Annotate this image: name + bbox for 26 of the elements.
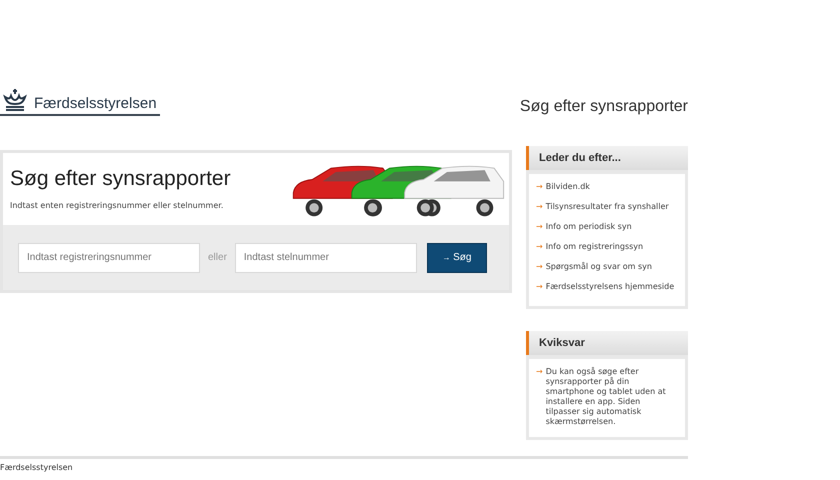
sidebar-link[interactable]: Info om periodisk syn (546, 222, 632, 232)
panel-heading: Søg efter synsrapporter (10, 167, 231, 191)
arrow-icon: → (536, 202, 543, 212)
arrow-icon: → (536, 262, 543, 272)
search-button[interactable]: → Søg (426, 242, 487, 272)
sidebar-link[interactable]: Bilviden.dk (546, 182, 590, 192)
logo-text[interactable]: Færdselsstyrelsen (34, 95, 157, 112)
intro-text: Indtast enten registreringsnummer eller stelnummer. (10, 201, 224, 210)
info-text: Du kan også søge efter synsrapporter på din smartphone og tablet uden at installere en app. Siden tilpasser sig automatisk skærmstørrelsen. (546, 367, 667, 427)
crown-icon (2, 88, 28, 112)
arrow-icon: → (536, 282, 543, 292)
footer-text: Færdselsstyrelsen (0, 462, 74, 473)
arrow-icon: → (536, 182, 543, 192)
sidebar-link[interactable]: Tilsynsresultater fra synshaller (546, 202, 669, 212)
sidebar-link[interactable]: Spørgsmål og svar om syn (546, 262, 652, 272)
arrow-icon: → (536, 222, 543, 232)
arrow-icon: → (536, 367, 543, 427)
arrow-icon: → (536, 242, 543, 252)
chassis-field[interactable]: Indtast stelnummer (234, 242, 417, 272)
separator-text: eller (208, 252, 227, 263)
box-title: Leder du efter... (526, 146, 688, 170)
sidebar-link[interactable]: Færdselsstyrelsens hjemmeside (546, 282, 674, 292)
box-title: Kviksvar (526, 331, 688, 355)
page-title: Søg efter synsrapporter (520, 97, 688, 116)
registration-field[interactable]: Indtast registreringsnummer (18, 242, 200, 272)
sidebar-link[interactable]: Info om registreringssyn (546, 242, 644, 252)
